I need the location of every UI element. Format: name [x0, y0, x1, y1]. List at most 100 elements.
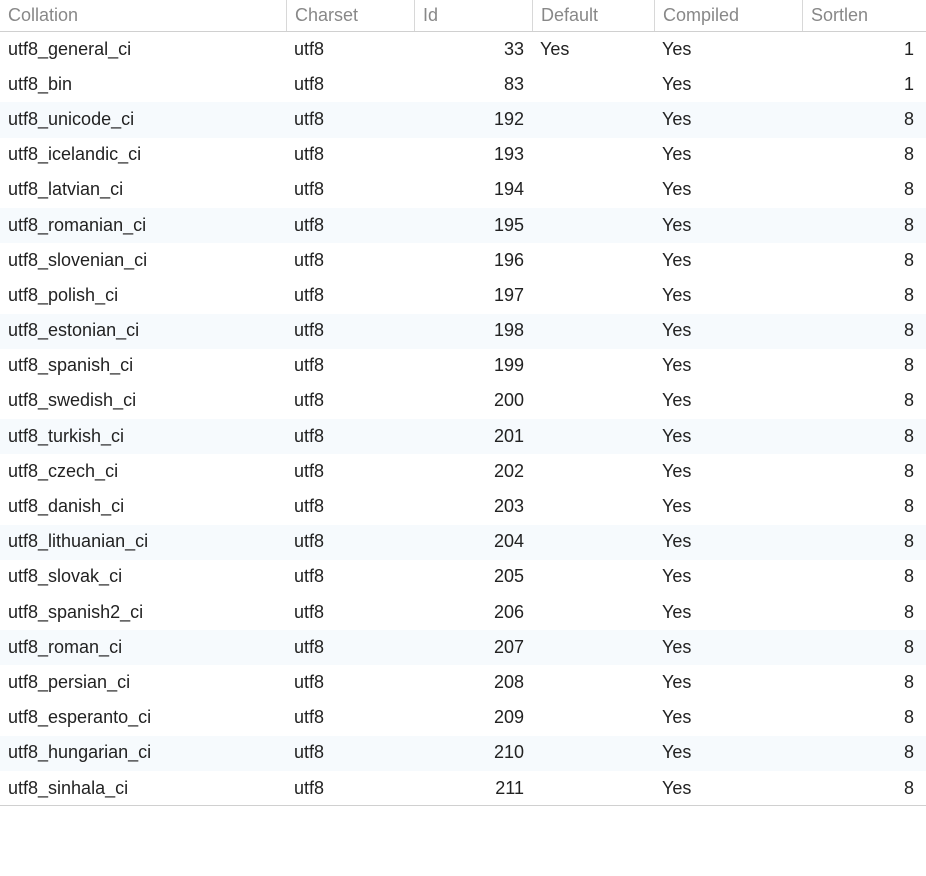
cell-charset: utf8: [286, 35, 414, 64]
cell-collation: utf8_spanish_ci: [0, 351, 286, 380]
cell-default: [532, 432, 654, 440]
cell-default: [532, 749, 654, 757]
cell-id: 201: [414, 422, 532, 451]
table-row[interactable]: utf8_unicode_ciutf8192Yes8: [0, 102, 926, 137]
cell-default: [532, 151, 654, 159]
cell-charset: utf8: [286, 386, 414, 415]
cell-id: 193: [414, 140, 532, 169]
cell-compiled: Yes: [654, 246, 802, 275]
table-row[interactable]: utf8_latvian_ciutf8194Yes8: [0, 173, 926, 208]
cell-compiled: Yes: [654, 562, 802, 591]
cell-id: 200: [414, 386, 532, 415]
cell-sortlen: 8: [802, 668, 922, 697]
cell-collation: utf8_icelandic_ci: [0, 140, 286, 169]
cell-default: [532, 397, 654, 405]
table-row[interactable]: utf8_swedish_ciutf8200Yes8: [0, 384, 926, 419]
cell-compiled: Yes: [654, 211, 802, 240]
cell-compiled: Yes: [654, 527, 802, 556]
table-row[interactable]: utf8_esperanto_ciutf8209Yes8: [0, 701, 926, 736]
table-row[interactable]: utf8_slovak_ciutf8205Yes8: [0, 560, 926, 595]
cell-collation: utf8_roman_ci: [0, 633, 286, 662]
cell-id: 203: [414, 492, 532, 521]
cell-id: 202: [414, 457, 532, 486]
table-row[interactable]: utf8_binutf883Yes1: [0, 67, 926, 102]
table-row[interactable]: utf8_icelandic_ciutf8193Yes8: [0, 138, 926, 173]
cell-collation: utf8_polish_ci: [0, 281, 286, 310]
cell-id: 196: [414, 246, 532, 275]
cell-charset: utf8: [286, 633, 414, 662]
table-row[interactable]: utf8_spanish_ciutf8199Yes8: [0, 349, 926, 384]
cell-sortlen: 8: [802, 633, 922, 662]
cell-id: 210: [414, 738, 532, 767]
cell-default: [532, 362, 654, 370]
cell-charset: utf8: [286, 562, 414, 591]
cell-charset: utf8: [286, 457, 414, 486]
cell-collation: utf8_czech_ci: [0, 457, 286, 486]
cell-charset: utf8: [286, 175, 414, 204]
table-row[interactable]: utf8_roman_ciutf8207Yes8: [0, 630, 926, 665]
cell-charset: utf8: [286, 351, 414, 380]
header-compiled[interactable]: Compiled: [654, 0, 802, 31]
table-row[interactable]: utf8_romanian_ciutf8195Yes8: [0, 208, 926, 243]
table-row[interactable]: utf8_sinhala_ciutf8211Yes8: [0, 771, 926, 806]
cell-charset: utf8: [286, 246, 414, 275]
cell-default: [532, 678, 654, 686]
cell-id: 197: [414, 281, 532, 310]
table-row[interactable]: utf8_slovenian_ciutf8196Yes8: [0, 243, 926, 278]
header-default[interactable]: Default: [532, 0, 654, 31]
cell-collation: utf8_persian_ci: [0, 668, 286, 697]
table-row[interactable]: utf8_polish_ciutf8197Yes8: [0, 278, 926, 313]
cell-compiled: Yes: [654, 703, 802, 732]
cell-charset: utf8: [286, 703, 414, 732]
cell-charset: utf8: [286, 738, 414, 767]
cell-charset: utf8: [286, 492, 414, 521]
cell-compiled: Yes: [654, 422, 802, 451]
cell-default: [532, 608, 654, 616]
cell-default: [532, 573, 654, 581]
cell-sortlen: 8: [802, 703, 922, 732]
table-body: utf8_general_ciutf833YesYes1utf8_binutf8…: [0, 32, 926, 806]
cell-sortlen: 8: [802, 105, 922, 134]
cell-collation: utf8_unicode_ci: [0, 105, 286, 134]
cell-id: 83: [414, 70, 532, 99]
cell-compiled: Yes: [654, 140, 802, 169]
header-id[interactable]: Id: [414, 0, 532, 31]
cell-default: [532, 467, 654, 475]
header-charset[interactable]: Charset: [286, 0, 414, 31]
cell-collation: utf8_slovak_ci: [0, 562, 286, 591]
cell-compiled: Yes: [654, 386, 802, 415]
table-row[interactable]: utf8_spanish2_ciutf8206Yes8: [0, 595, 926, 630]
cell-sortlen: 8: [802, 422, 922, 451]
cell-id: 209: [414, 703, 532, 732]
table-row[interactable]: utf8_turkish_ciutf8201Yes8: [0, 419, 926, 454]
cell-compiled: Yes: [654, 668, 802, 697]
cell-charset: utf8: [286, 105, 414, 134]
cell-compiled: Yes: [654, 175, 802, 204]
cell-id: 195: [414, 211, 532, 240]
cell-charset: utf8: [286, 316, 414, 345]
cell-collation: utf8_sinhala_ci: [0, 774, 286, 803]
table-header: Collation Charset Id Default Compiled So…: [0, 0, 926, 32]
table-row[interactable]: utf8_lithuanian_ciutf8204Yes8: [0, 525, 926, 560]
cell-charset: utf8: [286, 527, 414, 556]
table-row[interactable]: utf8_persian_ciutf8208 Yes8: [0, 665, 926, 700]
cell-id: 208: [414, 668, 532, 697]
table-row[interactable]: utf8_czech_ciutf8202Yes8: [0, 454, 926, 489]
cell-sortlen: 8: [802, 598, 922, 627]
cell-id: 198: [414, 316, 532, 345]
cell-id: 33: [414, 35, 532, 64]
cell-default: [532, 115, 654, 123]
cell-charset: utf8: [286, 774, 414, 803]
cell-collation: utf8_slovenian_ci: [0, 246, 286, 275]
table-row[interactable]: utf8_general_ciutf833YesYes1: [0, 32, 926, 67]
cell-sortlen: 8: [802, 386, 922, 415]
cell-collation: utf8_general_ci: [0, 35, 286, 64]
table-row[interactable]: utf8_estonian_ciutf8198Yes8: [0, 314, 926, 349]
cell-charset: utf8: [286, 668, 414, 697]
table-row[interactable]: utf8_hungarian_ciutf8210Yes8: [0, 736, 926, 771]
header-sortlen[interactable]: Sortlen: [802, 0, 922, 31]
cell-sortlen: 8: [802, 738, 922, 767]
table-row[interactable]: utf8_danish_ciutf8203Yes8: [0, 489, 926, 524]
header-collation[interactable]: Collation: [0, 0, 286, 31]
cell-compiled: Yes: [654, 598, 802, 627]
